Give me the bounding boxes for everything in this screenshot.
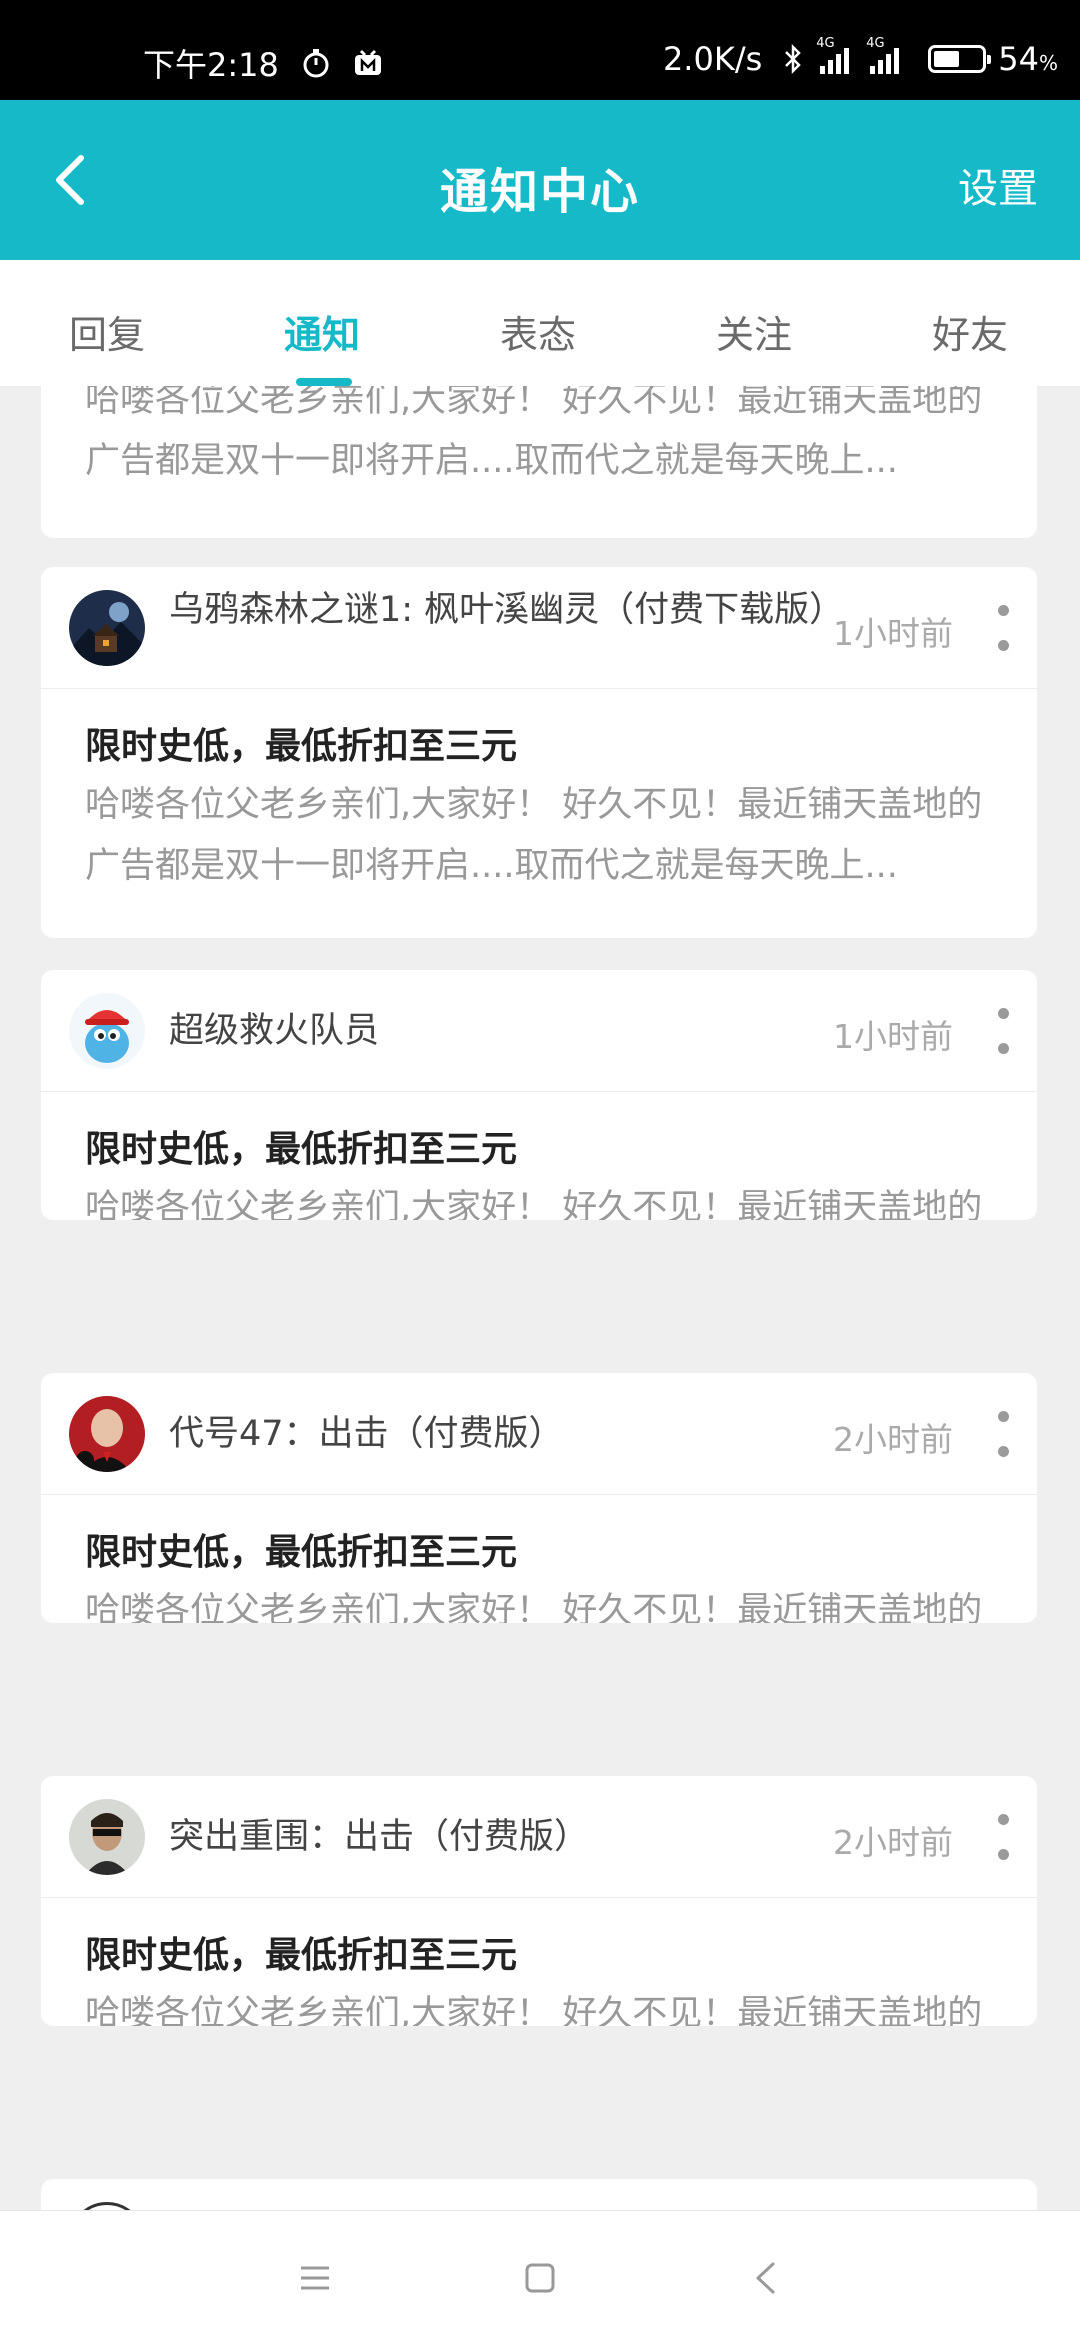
- card-header: 乌鸦森林之谜1: 枫叶溪幽灵（付费下载版） 1小时前: [41, 567, 1037, 689]
- more-options-button[interactable]: [995, 605, 1011, 651]
- nav-menu-button[interactable]: [290, 2253, 340, 2303]
- card-header: 突出重围：出击（付费版） 2小时前: [41, 1776, 1037, 1898]
- crow-forest-avatar-icon: [69, 590, 145, 666]
- network-speed: 2.0K/s: [662, 40, 763, 78]
- notification-card-partial[interactable]: 哈喽各位父老乡亲们,大家好！ 好久不见！最近铺天盖地的广告都是双十一即将开启..…: [41, 386, 1037, 538]
- battery-number: 54: [998, 40, 1039, 78]
- notification-feed[interactable]: 哈喽各位父老乡亲们,大家好！ 好久不见！最近铺天盖地的广告都是双十一即将开启..…: [0, 386, 1080, 2210]
- status-right: 2.0K/s 4G 4G 54%: [662, 36, 1058, 78]
- card-description: 哈喽各位父老乡亲们,大家好！ 好久不见！最近铺天盖地的广告都是双十一即将开启..…: [85, 1188, 983, 1220]
- tab-reply[interactable]: 回复: [69, 304, 145, 359]
- card-header: 代号47：出击（付费版） 2小时前: [41, 1373, 1037, 1495]
- page-title: 通知中心: [439, 164, 640, 220]
- signal-tag-2: 4G: [866, 36, 885, 51]
- stopwatch-icon: [301, 48, 331, 78]
- signal-4g-icon-1: 4G: [816, 36, 852, 74]
- card-body: 限时史低，最低折扣至三元 哈喽各位父老乡亲们,大家好！ 好久不见！最近铺天盖地的…: [41, 1495, 1037, 1623]
- battery-unit: %: [1038, 51, 1058, 75]
- deus-ex-avatar-icon: [69, 1799, 145, 1875]
- card-title: 限时史低，最低折扣至三元: [85, 1129, 518, 1170]
- game-name[interactable]: 乌鸦森林之谜1: 枫叶溪幽灵（付费下载版）: [169, 585, 844, 635]
- hitman-avatar-icon: [69, 1396, 145, 1472]
- timestamp: 2小时前: [833, 1420, 953, 1459]
- card-title: 限时史低，最低折扣至三元: [85, 1935, 518, 1976]
- settings-button[interactable]: 设置: [958, 156, 1038, 214]
- card-body: 限时史低，最低折扣至三元 哈喽各位父老乡亲们,大家好！ 好久不见！最近铺天盖地的…: [41, 689, 1037, 897]
- notification-card-partial-bottom[interactable]: [41, 2179, 1037, 2210]
- card-description: 哈喽各位父老乡亲们,大家好！ 好久不见！最近铺天盖地的广告都是双十一即将开启..…: [85, 785, 983, 886]
- app-notification-icon: [353, 49, 383, 77]
- card-title: 限时史低，最低折扣至三元: [85, 726, 518, 767]
- timestamp: 1小时前: [833, 614, 953, 653]
- game-avatar[interactable]: [69, 993, 145, 1069]
- card-title: 限时史低，最低折扣至三元: [85, 1532, 518, 1573]
- more-options-button[interactable]: [995, 1411, 1011, 1457]
- battery-level-fill: [934, 51, 960, 67]
- notification-card[interactable]: 乌鸦森林之谜1: 枫叶溪幽灵（付费下载版） 1小时前 限时史低，最低折扣至三元 …: [41, 567, 1037, 938]
- more-vertical-icon: [997, 1411, 1009, 1422]
- tab-following[interactable]: 关注: [716, 304, 792, 359]
- more-options-button[interactable]: [995, 1814, 1011, 1860]
- home-square-icon: [525, 2263, 555, 2293]
- tab-reactions[interactable]: 表态: [500, 304, 576, 359]
- back-triangle-icon: [756, 2262, 775, 2294]
- card-body: 限时史低，最低折扣至三元 哈喽各位父老乡亲们,大家好！ 好久不见！最近铺天盖地的…: [41, 1898, 1037, 2026]
- system-nav-bar: [0, 2210, 1080, 2340]
- bluetooth-icon: [784, 44, 802, 74]
- signal-4g-icon-2: 4G: [866, 36, 902, 74]
- more-vertical-icon: [997, 1814, 1009, 1825]
- notification-card[interactable]: 代号47：出击（付费版） 2小时前 限时史低，最低折扣至三元 哈喽各位父老乡亲们…: [41, 1373, 1037, 1623]
- active-tab-indicator: [296, 378, 352, 386]
- clock-text: 下午2:18: [143, 46, 279, 84]
- menu-icon: [301, 2266, 329, 2290]
- card-description: 哈喽各位父老乡亲们,大家好！ 好久不见！最近铺天盖地的广告都是双十一即将开启..…: [85, 1994, 983, 2026]
- notification-card[interactable]: 突出重围：出击（付费版） 2小时前 限时史低，最低折扣至三元 哈喽各位父老乡亲们…: [41, 1776, 1037, 2026]
- more-vertical-icon: [997, 1008, 1009, 1019]
- signal-tag-1: 4G: [816, 36, 835, 51]
- game-name[interactable]: 超级救火队员: [169, 1006, 839, 1056]
- status-bar: 下午2:18 2.0K/s 4G 4G 54%: [0, 0, 1080, 100]
- game-avatar[interactable]: [69, 1799, 145, 1875]
- tab-notifications[interactable]: 通知: [284, 304, 360, 359]
- card-body: 限时史低，最低折扣至三元 哈喽各位父老乡亲们,大家好！ 好久不见！最近铺天盖地的…: [41, 1092, 1037, 1220]
- tab-friends[interactable]: 好友: [932, 304, 1008, 359]
- game-avatar: [69, 2202, 145, 2210]
- card-description: 哈喽各位父老乡亲们,大家好！ 好久不见！最近铺天盖地的广告都是双十一即将开启..…: [85, 1591, 983, 1623]
- status-left: 下午2:18: [143, 40, 383, 86]
- game-name[interactable]: 突出重围：出击（付费版）: [169, 1812, 839, 1862]
- tab-bar: 回复 通知 表态 关注 好友: [0, 260, 1080, 386]
- app-header: 通知中心 设置: [0, 100, 1080, 260]
- more-vertical-icon: [997, 605, 1009, 616]
- timestamp: 1小时前: [833, 1017, 953, 1056]
- firefighter-avatar-icon: [69, 993, 145, 1069]
- game-avatar[interactable]: [69, 1396, 145, 1472]
- battery-percentage: 54%: [998, 40, 1058, 78]
- card-description: 哈喽各位父老乡亲们,大家好！ 好久不见！最近铺天盖地的广告都是双十一即将开启..…: [85, 386, 983, 481]
- more-options-button[interactable]: [995, 1008, 1011, 1054]
- nav-home-button[interactable]: [515, 2253, 565, 2303]
- notification-card[interactable]: 超级救火队员 1小时前 限时史低，最低折扣至三元 哈喽各位父老乡亲们,大家好！ …: [41, 970, 1037, 1220]
- game-name[interactable]: 代号47：出击（付费版）: [169, 1409, 839, 1459]
- nav-back-button[interactable]: [740, 2253, 790, 2303]
- game-avatar[interactable]: [69, 590, 145, 666]
- card-header: 超级救火队员 1小时前: [41, 970, 1037, 1092]
- timestamp: 2小时前: [833, 1823, 953, 1862]
- battery-icon: [928, 45, 992, 73]
